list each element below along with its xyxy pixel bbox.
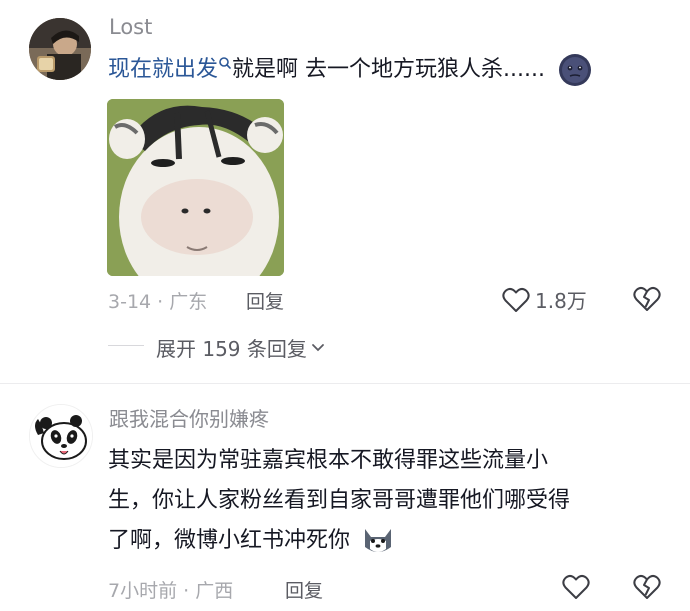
chevron-down-icon	[311, 343, 324, 351]
comment-line-text: 了啊，微博小红书冲死你	[108, 528, 351, 553]
reply-button[interactable]: 回复	[285, 576, 323, 603]
expand-divider-line	[108, 345, 144, 346]
comment-meta: 3-14 · 广东	[108, 291, 208, 313]
expand-replies-button[interactable]: 展开 159 条回复	[156, 333, 325, 362]
user-avatar[interactable]	[29, 404, 93, 468]
search-icon[interactable]	[218, 56, 232, 74]
husky-emoji-icon	[365, 529, 392, 552]
meme-image-icon	[107, 99, 284, 276]
comment-line: 生，你让人家粉丝看到自家哥哥遭罪他们哪受得	[108, 488, 571, 513]
search-link[interactable]: 现在就出发	[108, 57, 218, 82]
comment-meta: 7小时前 · 广西	[108, 580, 234, 602]
comment-image[interactable]	[107, 99, 284, 276]
comment-text: 其实是因为常驻嘉宾根本不敢得罪这些流量小 生，你让人家粉丝看到自家哥哥遭罪他们哪…	[108, 441, 570, 561]
heart-outline-icon[interactable]	[562, 574, 590, 600]
like-button[interactable]: 1.8万	[502, 285, 587, 314]
broken-heart-icon[interactable]	[633, 286, 661, 312]
avatar-photo-icon	[29, 18, 91, 80]
expand-replies-label: 展开 159 条回复	[156, 337, 307, 361]
comment-body: 就是啊 去一个地方玩狼人杀......	[232, 57, 545, 82]
comment-username[interactable]: 跟我混合你别嫌疼	[109, 403, 269, 432]
like-count: 1.8万	[535, 289, 587, 313]
panda-avatar-icon	[30, 405, 92, 467]
heart-outline-icon	[502, 287, 530, 312]
comment-line-last: 了啊，微博小红书冲死你	[108, 521, 570, 561]
emoji-sticker-icon	[558, 54, 591, 86]
comment-line: 其实是因为常驻嘉宾根本不敢得罪这些流量小	[108, 448, 549, 473]
broken-heart-icon[interactable]	[633, 574, 661, 600]
comment-text: 现在就出发 就是啊 去一个地方玩狼人杀......	[108, 50, 592, 90]
reply-button[interactable]: 回复	[246, 287, 284, 314]
comment-divider	[0, 383, 690, 384]
user-avatar[interactable]	[29, 18, 91, 80]
comment-username[interactable]: Lost	[109, 15, 152, 39]
